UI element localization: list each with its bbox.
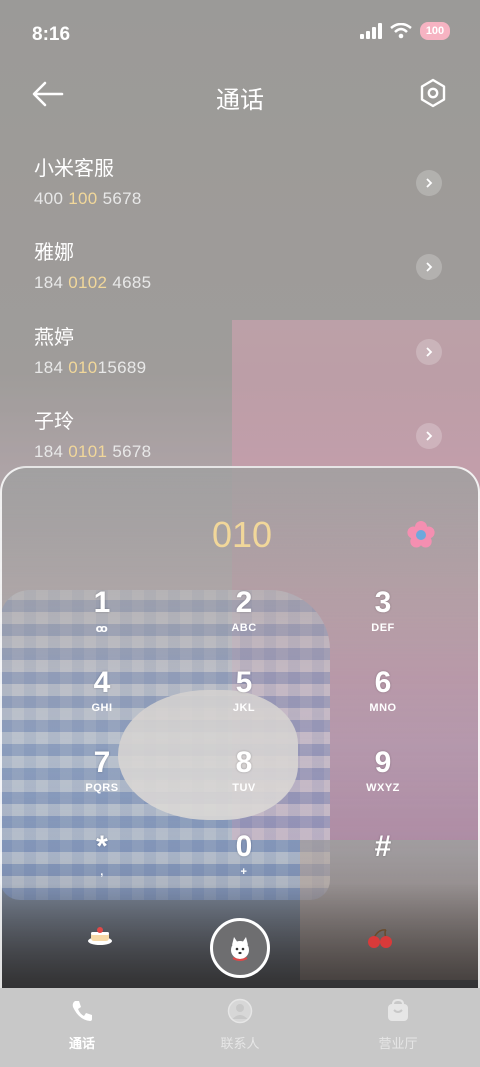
contact-name: 燕婷 (34, 327, 74, 349)
header: 通话 (0, 66, 480, 126)
tab-contacts[interactable]: 联系人 (180, 998, 300, 1052)
contact-number: 184 01015689 (34, 358, 147, 377)
status-time: 8:16 (32, 24, 71, 45)
status-bar: 8:16 100 (0, 0, 480, 66)
dial-key-8[interactable]: 8 TUV (204, 746, 284, 816)
contact-number: 400 100 5678 (34, 189, 142, 208)
dial-key-2[interactable]: 2 ABC (204, 586, 284, 656)
contact-number: 184 0102 4685 (34, 273, 152, 292)
tab-bar: 通话 联系人 营业厅 (0, 988, 480, 1067)
dial-key-5[interactable]: 5 JKL (204, 666, 284, 736)
dog-avatar-icon (231, 937, 249, 961)
page-title: 通话 (216, 87, 264, 114)
chevron-right-icon[interactable] (416, 423, 442, 449)
contact-name: 小米客服 (34, 158, 114, 180)
settings-icon[interactable] (418, 78, 448, 108)
dial-key-0[interactable]: 0 + (204, 830, 284, 900)
contact-row[interactable]: 燕婷 184 01015689 (34, 321, 446, 391)
contact-row[interactable]: 雅娜 184 0102 4685 (34, 236, 446, 306)
tab-calls[interactable]: 通话 (22, 998, 142, 1052)
cherry-icon[interactable] (366, 928, 394, 950)
wifi-icon (390, 23, 412, 39)
contact-row[interactable]: 小米客服 400 100 5678 (34, 152, 446, 222)
contact-name: 子玲 (34, 411, 74, 433)
dial-key-9[interactable]: 9 WXYZ (343, 746, 423, 816)
dialpad-panel: 010 1ꝏ 2 ABC 3 DEF 4 GHI 5 JKL 6 MNO 7 PQRS 8T… (0, 466, 480, 988)
dial-key-hash[interactable]: # (343, 830, 423, 900)
dial-key-4[interactable]: 4 GHI (62, 666, 142, 736)
dial-key-6[interactable]: 6 MNO (343, 666, 423, 736)
status-icons: 100 (360, 22, 450, 40)
call-button[interactable] (210, 918, 270, 978)
battery-icon: 100 (420, 22, 450, 40)
chevron-right-icon[interactable] (416, 339, 442, 365)
contact-number: 184 0101 5678 (34, 442, 152, 461)
cake-icon[interactable] (86, 924, 114, 946)
dial-key-7[interactable]: 7 PQRS (62, 746, 142, 816)
tab-store[interactable]: 营业厅 (338, 998, 458, 1052)
store-icon (388, 998, 408, 1021)
dial-key-3[interactable]: 3 DEF (343, 586, 423, 656)
chevron-right-icon[interactable] (416, 254, 442, 280)
flower-icon[interactable] (406, 520, 436, 550)
person-icon (227, 998, 253, 1024)
signal-icon (360, 23, 382, 39)
dial-key-star[interactable]: *, (62, 830, 142, 900)
dial-key-1[interactable]: 1ꝏ (62, 586, 142, 656)
contact-name: 雅娜 (34, 242, 74, 264)
contact-row[interactable]: 子玲 184 0101 5678 (34, 405, 446, 475)
chevron-right-icon[interactable] (416, 170, 442, 196)
phone-icon (72, 1001, 92, 1021)
voicemail-icon: ꝏ (95, 623, 109, 635)
